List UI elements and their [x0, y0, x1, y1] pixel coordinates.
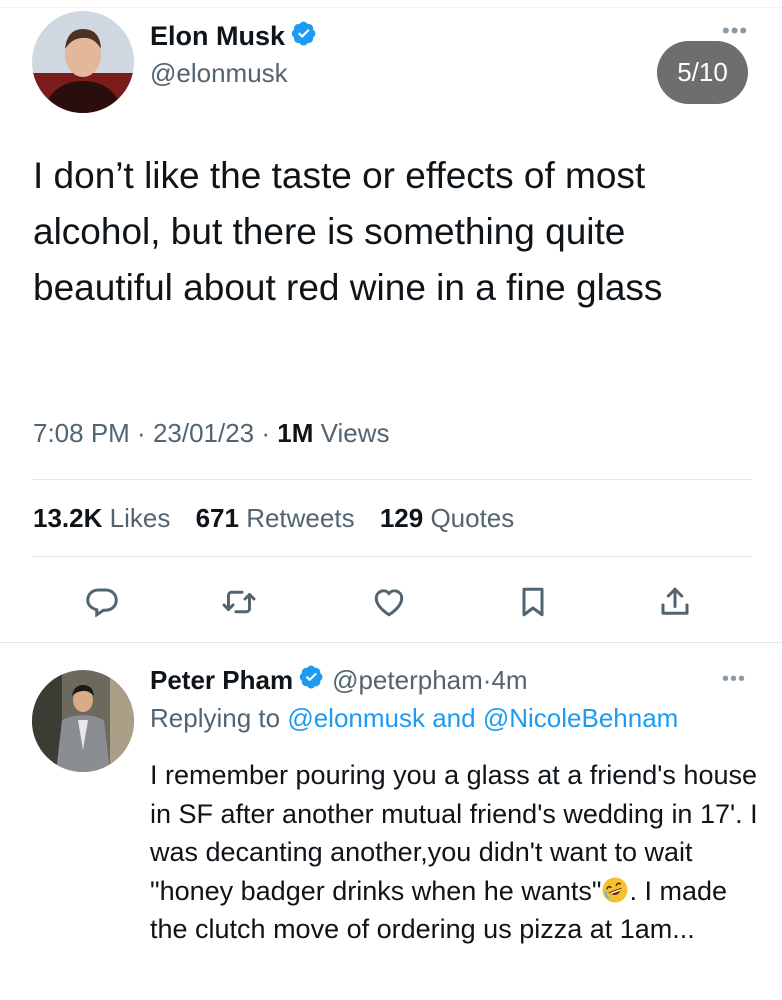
top-divider	[0, 7, 782, 8]
retweets-stat[interactable]: 671 Retweets	[196, 503, 355, 533]
verified-badge-icon	[291, 20, 317, 53]
author-name[interactable]: Elon Musk	[150, 21, 285, 52]
tweet-date[interactable]: 23/01/23	[153, 418, 254, 448]
author-handle[interactable]: @elonmusk	[150, 58, 288, 89]
likes-stat[interactable]: 13.2K Likes	[33, 503, 170, 533]
views-label: Views	[320, 418, 390, 448]
stats-bottom-divider	[33, 556, 751, 557]
quotes-stat[interactable]: 129 Quotes	[380, 503, 514, 533]
pager-badge: 5/10	[657, 41, 748, 104]
meta-separator: ·	[254, 418, 278, 448]
meta-separator: ·	[482, 664, 492, 695]
bookmark-icon[interactable]	[515, 584, 551, 620]
views-count: 1M	[277, 418, 314, 448]
stats-top-divider	[33, 479, 751, 480]
author-name-row: Elon Musk	[150, 20, 317, 53]
replying-and: and	[432, 703, 476, 733]
retweets-count: 671	[195, 503, 239, 533]
reply-divider	[0, 642, 782, 643]
more-options-icon[interactable]: •••	[722, 20, 748, 42]
reply-text: I remember pouring you a glass at a frie…	[150, 756, 760, 949]
tweet-stats: 13.2K Likes 671 Retweets 129 Quotes	[33, 503, 532, 534]
retweets-label: Retweets	[246, 503, 355, 533]
reply-author-name[interactable]: Peter Pham	[150, 665, 293, 696]
quotes-label: Quotes	[430, 503, 515, 533]
like-icon[interactable]	[371, 584, 407, 620]
retweet-icon[interactable]	[221, 584, 257, 620]
replying-prefix: Replying to	[150, 703, 281, 733]
reply-age[interactable]: 4m	[491, 665, 527, 696]
mention-link-elonmusk[interactable]: @elonmusk	[287, 703, 425, 733]
reply-more-options-icon[interactable]: •••	[722, 669, 746, 689]
share-icon[interactable]	[657, 584, 693, 620]
reply-author-row: Peter Pham @peterpham · 4m	[150, 664, 528, 696]
likes-count: 13.2K	[33, 503, 103, 533]
likes-label: Likes	[109, 503, 171, 533]
reply-author-handle[interactable]: @peterpham	[332, 665, 483, 696]
replying-to-line: Replying to @elonmusk and @NicoleBehnam	[150, 703, 678, 734]
reply-icon[interactable]	[84, 584, 120, 620]
tweet-time[interactable]: 7:08 PM	[33, 418, 130, 448]
author-avatar[interactable]	[32, 11, 134, 113]
laughing-emoji-icon	[601, 876, 629, 904]
tweet-meta: 7:08 PM · 23/01/23 · 1M Views	[33, 418, 390, 449]
verified-badge-icon	[299, 664, 324, 696]
quotes-count: 129	[379, 503, 424, 533]
tweet-text: I don’t like the taste or effects of mos…	[33, 155, 663, 308]
mention-link-nicolebehnam[interactable]: @NicoleBehnam	[483, 703, 678, 733]
reply-author-avatar[interactable]	[32, 670, 134, 772]
meta-separator: ·	[129, 418, 153, 448]
